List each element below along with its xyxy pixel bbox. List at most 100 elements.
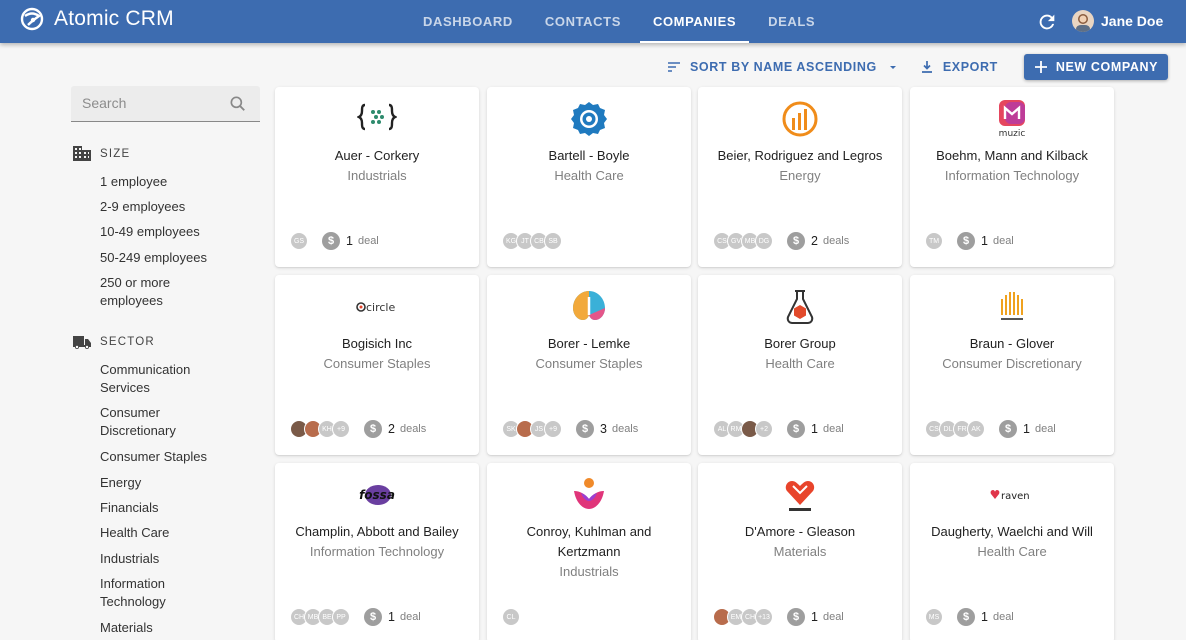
logo-wordmark: circle [366, 301, 395, 314]
deal-count: 1 [388, 610, 395, 624]
company-sector: Consumer Discretionary [942, 356, 1082, 371]
filter-sector-item[interactable]: Information Technology [100, 575, 190, 611]
contact-avatar[interactable]: MS [925, 608, 943, 626]
filter-sector-item[interactable]: Consumer Discretionary [100, 404, 200, 440]
filter-sector-item[interactable]: Financials [100, 499, 240, 517]
company-logo: circle [352, 289, 402, 325]
dollar-icon: $ [957, 232, 975, 250]
contact-avatar[interactable]: SB [544, 232, 562, 250]
dollar-icon: $ [787, 232, 805, 250]
filter-sector-item[interactable]: Materials [100, 619, 240, 637]
company-sector: Energy [779, 168, 821, 183]
dollar-icon: $ [322, 232, 340, 250]
deal-label: deals [822, 235, 850, 247]
company-card-borer-lemke[interactable]: Borer - Lemke Consumer Staples SK JS +9 … [487, 275, 691, 455]
company-name: Daugherty, Waelchi and Will [931, 524, 1093, 539]
deal-count: 1 [811, 610, 818, 624]
deal-label: deal [357, 235, 379, 247]
contact-avatars: CS GV MB DG [713, 232, 773, 250]
company-card-boehm-mann-kilback[interactable]: muzic Boehm, Mann and Kilback Informatio… [910, 87, 1114, 267]
user-name: Jane Doe [1101, 13, 1164, 29]
contact-avatars: AL RM +2 [713, 420, 773, 438]
contact-avatar-more[interactable]: +9 [332, 420, 350, 438]
company-sector: Information Technology [309, 544, 445, 559]
search-input[interactable]: Search [82, 95, 126, 111]
filter-size-item[interactable]: 1 employee [100, 173, 240, 191]
company-logo [987, 289, 1037, 325]
dollar-icon: $ [364, 420, 382, 438]
tab-deals[interactable]: DEALS [755, 0, 828, 43]
card-footer: CS DL FR AK $ 1 deal [925, 419, 1056, 439]
deal-count: 1 [981, 234, 988, 248]
filter-size-item[interactable]: 250 or more employees [100, 274, 220, 310]
card-footer: SK JS +9 $ 3 deals [502, 419, 638, 439]
app-bar: Atomic CRM DASHBOARD CONTACTS COMPANIES … [0, 0, 1186, 43]
filter-sector-item[interactable]: Industrials [100, 550, 240, 568]
filter-size-item[interactable]: 2-9 employees [100, 198, 240, 216]
logo-wordmark: fossa [359, 488, 395, 502]
company-sector: Consumer Staples [535, 356, 643, 371]
deal-label: deal [1034, 423, 1056, 435]
export-button[interactable]: EXPORT [919, 54, 998, 80]
company-logo: fossa [352, 477, 402, 513]
company-card-auer-corkery[interactable]: Auer - Corkery Industrials GS $ 1 deal [275, 87, 479, 267]
contact-avatar[interactable]: DG [755, 232, 773, 250]
contact-avatar-more[interactable]: +13 [755, 608, 773, 626]
filter-size-title: SIZE [100, 147, 131, 160]
company-card-braun-glover[interactable]: Braun - Glover Consumer Discretionary CS… [910, 275, 1114, 455]
new-company-button[interactable]: NEW COMPANY [1023, 54, 1169, 80]
tab-contacts[interactable]: CONTACTS [532, 0, 634, 43]
filter-size-item[interactable]: 50-249 employees [100, 249, 240, 267]
company-card-damore-gleason[interactable]: D'Amore - Gleason Materials EM CH +13 $ … [698, 463, 902, 640]
contact-avatars: TM [925, 232, 943, 250]
contact-avatars: EM CH +13 [713, 608, 773, 626]
filter-sector-item[interactable]: Communication Services [100, 361, 210, 397]
company-card-daugherty-waelchi-will[interactable]: raven Daugherty, Waelchi and Will Health… [910, 463, 1114, 640]
company-sector: Consumer Staples [323, 356, 431, 371]
deal-count: 2 [388, 422, 395, 436]
refresh-icon[interactable] [1036, 11, 1058, 33]
company-name: Auer - Corkery [334, 148, 420, 163]
filter-sector-item[interactable]: Health Care [100, 524, 240, 542]
deal-count: 1 [346, 234, 353, 248]
filter-sector-item[interactable]: Energy [100, 474, 240, 492]
company-logo [775, 289, 825, 325]
contact-avatars: CL [502, 608, 520, 626]
company-card-bartell-boyle[interactable]: Bartell - Boyle Health Care KG JT CB SB [487, 87, 691, 267]
contact-avatar-more[interactable]: +9 [544, 420, 562, 438]
dollar-icon: $ [787, 608, 805, 626]
filter-size-item[interactable]: 10-49 employees [100, 223, 240, 241]
company-name: Borer Group [764, 336, 836, 351]
user-menu[interactable]: Jane Doe [1072, 10, 1163, 32]
company-card-conroy-kuhlman-kertzmann[interactable]: Conroy, Kuhlman and Kertzmann Industrial… [487, 463, 691, 640]
building-icon [73, 146, 91, 161]
contact-avatars: CH MB BE PP [290, 608, 350, 626]
contact-avatar[interactable]: AK [967, 420, 985, 438]
tab-companies[interactable]: COMPANIES [639, 0, 750, 43]
contact-avatars: KG JT CB SB [502, 232, 562, 250]
contact-avatar[interactable]: CL [502, 608, 520, 626]
filter-sector-heading: SECTOR [72, 334, 155, 350]
contact-avatar[interactable]: PP [332, 608, 350, 626]
card-footer: KG JT CB SB [502, 231, 576, 251]
contact-avatar-more[interactable]: +2 [755, 420, 773, 438]
download-icon [921, 61, 932, 73]
sort-button[interactable]: SORT BY NAME ASCENDING [666, 54, 901, 80]
contact-avatar[interactable]: GS [290, 232, 308, 250]
tab-dashboard[interactable]: DASHBOARD [410, 0, 526, 43]
contact-avatar[interactable]: TM [925, 232, 943, 250]
deal-label: deals [399, 423, 427, 435]
company-logo: raven [987, 477, 1037, 513]
company-card-champlin-abbott-bailey[interactable]: fossa Champlin, Abbott and Bailey Inform… [275, 463, 479, 640]
company-card-borer-group[interactable]: Borer Group Health Care AL RM +2 $ 1 dea… [698, 275, 902, 455]
deal-count: 1 [981, 610, 988, 624]
contact-avatars: MS [925, 608, 943, 626]
company-logo [775, 477, 825, 513]
brand[interactable]: Atomic CRM [20, 7, 174, 31]
search-field[interactable]: Search [71, 86, 260, 122]
filter-sector-item[interactable]: Consumer Staples [100, 448, 240, 466]
company-card-bogisich-inc[interactable]: circle Bogisich Inc Consumer Staples KH … [275, 275, 479, 455]
filter-sector-title: SECTOR [100, 336, 155, 348]
company-name: D'Amore - Gleason [744, 524, 856, 539]
company-card-beier-rodriguez-legros[interactable]: Beier, Rodriguez and Legros Energy CS GV… [698, 87, 902, 267]
